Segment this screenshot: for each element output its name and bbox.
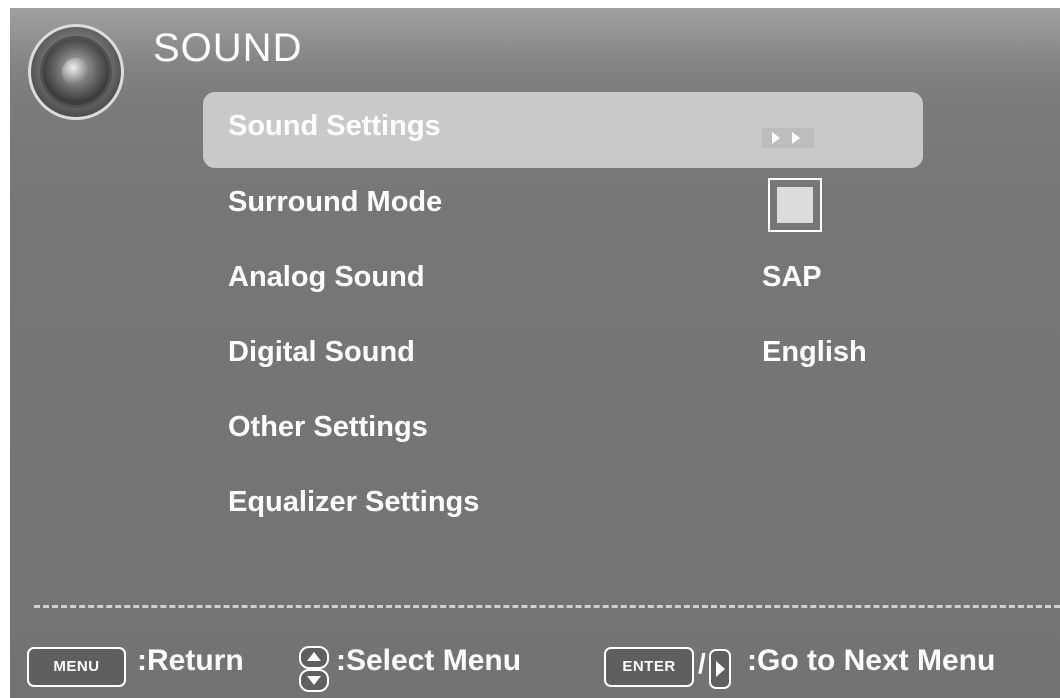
digital-sound-value: English: [762, 336, 867, 368]
menu-item-label: Other Settings: [228, 411, 428, 443]
speaker-icon: [28, 24, 124, 120]
next-menu-hint: :Go to Next Menu: [747, 644, 996, 677]
select-menu-hint: :Select Menu: [336, 644, 522, 677]
key-separator: /: [698, 648, 706, 679]
enter-key[interactable]: ENTER: [604, 647, 694, 687]
menu-item-digital-sound[interactable]: Digital Sound English: [203, 318, 923, 393]
right-arrow-key-icon[interactable]: [709, 649, 731, 689]
return-hint: :Return: [137, 644, 244, 677]
menu-item-equalizer-settings[interactable]: Equalizer Settings: [203, 468, 923, 543]
page-title: SOUND: [153, 26, 303, 70]
submenu-arrows-icon: [762, 128, 814, 148]
menu-item-label: Surround Mode: [228, 186, 443, 218]
footer-hints: MENU :Return :Select Menu ENTER / :Go to…: [10, 628, 1060, 698]
up-down-keys-icon: [299, 646, 329, 692]
menu-item-label: Analog Sound: [228, 261, 425, 293]
menu-item-label: Equalizer Settings: [228, 486, 480, 518]
surround-mode-checkbox[interactable]: [768, 178, 822, 232]
menu-item-label: Sound Settings: [228, 110, 441, 142]
footer-divider: [34, 605, 1060, 608]
menu-list: Sound Settings Surround Mode Analog Soun…: [203, 92, 923, 543]
menu-item-surround-mode[interactable]: Surround Mode: [203, 168, 923, 243]
menu-item-other-settings[interactable]: Other Settings: [203, 393, 923, 468]
sound-menu-screen: SOUND Sound Settings Surround Mode Analo…: [10, 8, 1060, 698]
checkbox-fill: [777, 187, 813, 223]
menu-key[interactable]: MENU: [27, 647, 126, 687]
menu-item-label: Digital Sound: [228, 336, 415, 368]
menu-item-analog-sound[interactable]: Analog Sound SAP: [203, 243, 923, 318]
menu-item-sound-settings[interactable]: Sound Settings: [203, 92, 923, 168]
analog-sound-value: SAP: [762, 261, 822, 293]
